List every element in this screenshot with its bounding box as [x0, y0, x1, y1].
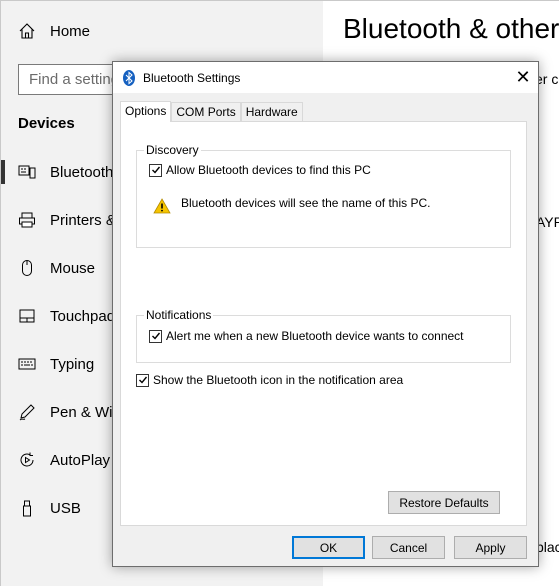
notifications-group: Notifications Alert me when a new Blueto… [136, 308, 511, 363]
ok-button[interactable]: OK [292, 536, 365, 559]
cancel-button[interactable]: Cancel [372, 536, 445, 559]
dialog-titlebar[interactable]: Bluetooth Settings ✕ [113, 62, 538, 93]
home-icon [17, 21, 37, 41]
bluetooth-settings-dialog: Bluetooth Settings ✕ Options COM Ports H… [112, 61, 539, 567]
content-text-fragment: AYPC [536, 214, 559, 230]
checkmark-icon [151, 166, 160, 174]
pen-icon [18, 403, 36, 421]
dialog-title: Bluetooth Settings [143, 70, 241, 85]
nav-home-label: Home [50, 22, 91, 40]
sidebar-item-label: USB [50, 499, 81, 517]
show-tray-icon-label: Show the Bluetooth icon in the notificat… [153, 373, 404, 387]
show-tray-icon-row[interactable]: Show the Bluetooth icon in the notificat… [136, 373, 403, 387]
tab-options[interactable]: Options [120, 101, 172, 122]
close-icon: ✕ [515, 67, 531, 87]
checkmark-icon [138, 376, 147, 384]
warning-icon [153, 198, 171, 214]
allow-discovery-label: Allow Bluetooth devices to find this PC [166, 163, 371, 177]
show-tray-icon-checkbox[interactable] [136, 373, 149, 387]
bluetooth-icon [123, 69, 135, 86]
notifications-legend: Notifications [144, 308, 214, 322]
allow-discovery-row[interactable]: Allow Bluetooth devices to find this PC [149, 163, 371, 177]
sidebar-item-label: Touchpad [50, 307, 116, 325]
discovery-legend: Discovery [144, 143, 201, 157]
apply-button[interactable]: Apply [454, 536, 527, 559]
alert-new-device-row[interactable]: Alert me when a new Bluetooth device wan… [149, 329, 464, 343]
content-text-fragment: blac [536, 539, 559, 555]
usb-icon [18, 499, 36, 517]
page-title: Bluetooth & other devices [343, 13, 559, 44]
autoplay-icon [18, 451, 36, 469]
sidebar-item-label: AutoPlay [50, 451, 111, 469]
search-placeholder: Find a setting [29, 71, 120, 88]
section-heading: Devices [18, 115, 75, 132]
checkmark-icon [151, 332, 160, 340]
restore-defaults-button[interactable]: Restore Defaults [388, 491, 500, 514]
keyboard-phone-icon [18, 163, 36, 181]
allow-discovery-checkbox[interactable] [149, 163, 162, 177]
alert-new-device-checkbox[interactable] [149, 329, 162, 343]
discovery-warning-text: Bluetooth devices will see the name of t… [181, 196, 431, 210]
keyboard-icon [18, 355, 36, 373]
sidebar-item-label: Mouse [50, 259, 96, 277]
discovery-warning: Bluetooth devices will see the name of t… [153, 192, 430, 214]
alert-new-device-label: Alert me when a new Bluetooth device wan… [166, 329, 464, 343]
sidebar-item-label: Typing [50, 355, 95, 373]
options-tab-panel: Discovery Allow Bluetooth devices to fin… [120, 121, 527, 526]
close-button[interactable]: ✕ [508, 62, 538, 93]
tab-com-ports[interactable]: COM Ports [171, 102, 241, 122]
discovery-group: Discovery Allow Bluetooth devices to fin… [136, 143, 511, 248]
tab-hardware[interactable]: Hardware [240, 102, 303, 122]
printer-icon [18, 211, 36, 229]
touchpad-icon [18, 307, 36, 325]
nav-home[interactable]: Home [17, 15, 90, 47]
dialog-tabs: Options COM Ports Hardware [120, 101, 303, 122]
mouse-icon [18, 259, 36, 277]
